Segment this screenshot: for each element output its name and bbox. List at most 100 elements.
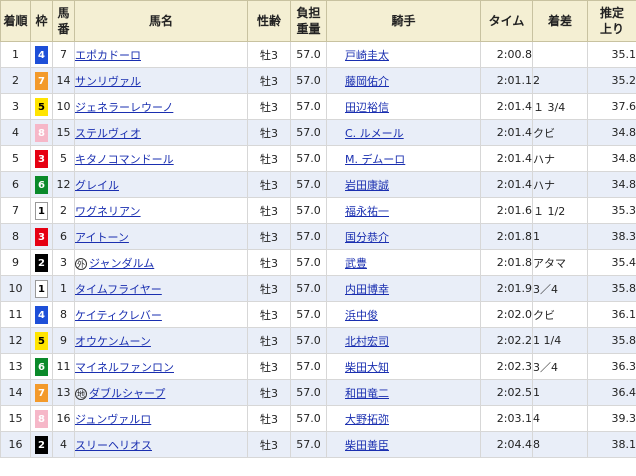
waku-badge: 5 <box>35 97 48 116</box>
horse-name-link[interactable]: ジュンヴァルロ <box>76 413 152 426</box>
jockey-name-link[interactable]: 田辺裕信 <box>345 101 389 114</box>
jockey-name-link[interactable]: 大野拓弥 <box>345 413 389 426</box>
time-cell: 2:02.0 <box>480 301 533 328</box>
sexage-cell: 牡3 <box>247 171 291 198</box>
waku-cell: 2 <box>30 249 53 276</box>
jockey-name-link[interactable]: 和田竜二 <box>345 387 389 400</box>
horse-name-link[interactable]: ケイティクレバー <box>76 309 162 322</box>
horse-name-link[interactable]: ジャンダルム <box>89 257 154 270</box>
horse-name-link[interactable]: アイトーン <box>76 231 129 244</box>
rank-cell: 7 <box>0 197 31 224</box>
agari-cell: 35.8 <box>587 327 636 354</box>
margin-cell: アタマ <box>532 249 588 276</box>
waku-cell: 8 <box>30 119 53 146</box>
horse-name-link[interactable]: キタノコマンドール <box>76 153 174 166</box>
jockey-name-link[interactable]: 戸崎圭太 <box>345 49 389 62</box>
sexage-cell: 牡3 <box>247 41 291 68</box>
agari-cell: 35.1 <box>587 41 636 68</box>
jockey-name-link[interactable]: 北村宏司 <box>345 335 389 348</box>
umaban-cell: 10 <box>52 93 75 120</box>
jockey-cell: C. ルメール <box>326 119 481 146</box>
jockey-cell: 内田博幸 <box>326 275 481 302</box>
margin-cell: クビ <box>532 119 588 146</box>
weight-cell: 57.0 <box>290 431 327 458</box>
horse-name-link[interactable]: スリーヘリオス <box>76 439 153 452</box>
rank-cell: 8 <box>0 223 31 250</box>
horse-name-link[interactable]: サンリヴァル <box>76 75 142 88</box>
umaban-cell: 11 <box>52 353 75 380</box>
jockey-name-link[interactable]: 柴田大知 <box>345 361 389 374</box>
sexage-cell: 牡3 <box>247 93 291 120</box>
sexage-cell: 牡3 <box>247 301 291 328</box>
rank-cell: 12 <box>0 327 31 354</box>
agari-cell: 39.3 <box>587 405 636 432</box>
col-header-agari: 推定 上り <box>587 0 636 42</box>
jockey-name-link[interactable]: 浜中俊 <box>345 309 378 322</box>
waku-badge: 5 <box>35 331 48 350</box>
time-cell: 2:02.5 <box>480 379 533 406</box>
margin-cell: 1 <box>532 223 588 250</box>
weight-cell: 57.0 <box>290 171 327 198</box>
jockey-name-link[interactable]: 国分恭介 <box>345 231 389 244</box>
jockey-name-link[interactable]: 福永祐一 <box>345 205 389 218</box>
time-cell: 2:02.2 <box>480 327 533 354</box>
jockey-name-link[interactable]: 岩田康誠 <box>345 179 389 192</box>
horse-cell: キタノコマンドール <box>74 145 248 172</box>
waku-cell: 8 <box>30 405 53 432</box>
waku-badge: 6 <box>35 357 48 376</box>
waku-badge: 1 <box>35 279 48 298</box>
horse-name-link[interactable]: ステルヴィオ <box>76 127 142 140</box>
jockey-cell: 柴田善臣 <box>326 431 481 458</box>
weight-cell: 57.0 <box>290 249 327 276</box>
umaban-cell: 6 <box>52 223 75 250</box>
jockey-name-link[interactable]: 内田博幸 <box>345 283 389 296</box>
horse-name-link[interactable]: グレイル <box>76 179 120 192</box>
weight-cell: 57.0 <box>290 119 327 146</box>
waku-cell: 4 <box>30 301 53 328</box>
umaban-cell: 16 <box>52 405 75 432</box>
jockey-name-link[interactable]: M. デムーロ <box>345 153 405 166</box>
horse-name-link[interactable]: ワグネリアン <box>76 205 141 218</box>
time-cell: 2:01.9 <box>480 275 533 302</box>
agari-cell: 37.6 <box>587 93 636 120</box>
sexage-cell: 牡3 <box>247 379 291 406</box>
table-row: 13 6 11 マイネルファンロン 牡3 57.0 柴田大知 2:02.3 3／4 36.3 <box>0 353 636 380</box>
rank-cell: 11 <box>0 301 31 328</box>
weight-cell: 57.0 <box>290 379 327 406</box>
waku-badge: 3 <box>35 227 48 246</box>
sexage-cell: 牡3 <box>247 67 291 94</box>
jockey-name-link[interactable]: 武豊 <box>345 257 367 270</box>
weight-cell: 57.0 <box>290 301 327 328</box>
horse-name-link[interactable]: タイムフライヤー <box>76 283 162 296</box>
col-header-weight: 負担 重量 <box>290 0 327 42</box>
horse-cell: アイトーン <box>74 223 248 250</box>
jockey-cell: 国分恭介 <box>326 223 481 250</box>
jockey-cell: 北村宏司 <box>326 327 481 354</box>
time-cell: 2:02.3 <box>480 353 533 380</box>
jockey-name-link[interactable]: 柴田善臣 <box>345 439 389 452</box>
horse-name-link[interactable]: ジェネラーレウーノ <box>76 101 174 114</box>
waku-cell: 4 <box>30 41 53 68</box>
horse-name-link[interactable]: ダブルシャープ <box>89 387 165 400</box>
col-header-horse: 馬名 <box>74 0 248 42</box>
horse-name-link[interactable]: オウケンムーン <box>76 335 151 348</box>
agari-cell: 38.1 <box>587 431 636 458</box>
margin-cell: 1 <box>532 379 588 406</box>
umaban-cell: 5 <box>52 145 75 172</box>
jockey-cell: 戸崎圭太 <box>326 41 481 68</box>
jockey-name-link[interactable]: C. ルメール <box>345 127 404 140</box>
jockey-name-link[interactable]: 藤岡佑介 <box>345 75 389 88</box>
weight-cell: 57.0 <box>290 223 327 250</box>
waku-badge: 8 <box>35 123 48 142</box>
margin-cell: クビ <box>532 301 588 328</box>
horse-name-link[interactable]: マイネルファンロン <box>76 361 175 374</box>
horse-name-link[interactable]: エポカドーロ <box>76 49 142 62</box>
horse-cell: オウケンムーン <box>74 327 248 354</box>
race-results-table: 着順 枠 馬番 馬名 性齢 負担 重量 騎手 タイム 着差 推定 上り 1 4 7 エポカ… <box>0 0 636 458</box>
col-header-time: タイム <box>480 0 533 42</box>
jockey-cell: M. デムーロ <box>326 145 481 172</box>
umaban-cell: 3 <box>52 249 75 276</box>
col-header-waku: 枠 <box>30 0 53 42</box>
weight-cell: 57.0 <box>290 41 327 68</box>
horse-cell: 地ダブルシャープ <box>74 379 248 406</box>
